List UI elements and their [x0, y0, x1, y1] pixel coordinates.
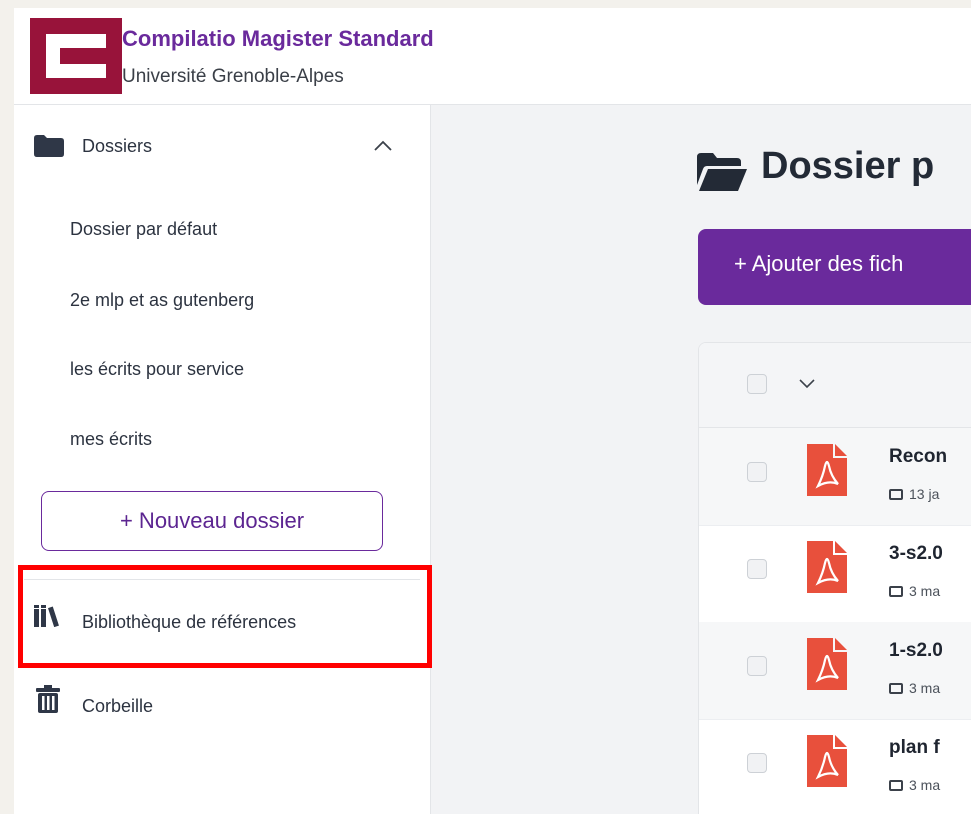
- document-meta: 13 ja: [889, 486, 939, 502]
- inbox-icon: [889, 586, 903, 597]
- document-name[interactable]: 3-s2.0: [889, 543, 943, 565]
- compilatio-logo[interactable]: [30, 18, 122, 94]
- row-checkbox[interactable]: [747, 462, 767, 482]
- document-name[interactable]: plan f: [889, 737, 940, 759]
- new-folder-button[interactable]: + Nouveau dossier: [41, 491, 383, 551]
- document-meta: 3 ma: [889, 777, 940, 793]
- document-date: 13 ja: [909, 486, 940, 502]
- row-checkbox[interactable]: [747, 753, 767, 773]
- document-meta: 3 ma: [889, 680, 940, 696]
- sidebar-item-folder[interactable]: les écrits pour service: [70, 359, 244, 380]
- add-files-button[interactable]: + Ajouter des fich: [698, 229, 971, 305]
- app-header: Compilatio Magister Standard Université …: [14, 8, 971, 105]
- add-files-label: + Ajouter des fich: [734, 251, 904, 276]
- chevron-down-icon[interactable]: [797, 377, 817, 389]
- pdf-icon: [807, 541, 847, 593]
- table-row[interactable]: 3-s2.0 3 ma: [699, 525, 971, 623]
- document-name[interactable]: Recon: [889, 446, 947, 468]
- folder-icon: [34, 135, 64, 157]
- document-date: 3 ma: [909, 583, 941, 599]
- sidebar-item-folder[interactable]: 2e mlp et as gutenberg: [70, 290, 254, 311]
- main-content: Dossier p + Ajouter des fich Recon 13 ja: [431, 105, 971, 814]
- inbox-icon: [889, 489, 903, 500]
- logo-mark-cutout: [60, 48, 110, 64]
- inbox-icon: [889, 780, 903, 791]
- table-row[interactable]: plan f 3 ma: [699, 719, 971, 814]
- chevron-up-icon[interactable]: [372, 139, 394, 153]
- folder-open-icon: [697, 153, 747, 191]
- document-date: 3 ma: [909, 680, 941, 696]
- sidebar-item-folder[interactable]: mes écrits: [70, 429, 152, 450]
- app-window: Compilatio Magister Standard Université …: [14, 8, 971, 814]
- sidebar-item-folder[interactable]: Dossier par défaut: [70, 219, 217, 240]
- trash-icon: [36, 685, 60, 713]
- document-name[interactable]: 1-s2.0: [889, 640, 943, 662]
- inbox-icon: [889, 683, 903, 694]
- institution-name: Université Grenoble-Alpes: [122, 66, 344, 87]
- document-date: 3 ma: [909, 777, 941, 793]
- row-checkbox[interactable]: [747, 656, 767, 676]
- sidebar-item-trash[interactable]: Corbeille: [14, 681, 430, 725]
- pdf-icon: [807, 735, 847, 787]
- highlight-box: [18, 565, 432, 668]
- row-checkbox[interactable]: [747, 559, 767, 579]
- table-row[interactable]: 1-s2.0 3 ma: [699, 622, 971, 720]
- pdf-icon: [807, 444, 847, 496]
- table-row[interactable]: Recon 13 ja: [699, 428, 971, 526]
- select-all-checkbox[interactable]: [747, 374, 767, 394]
- sidebar-trash-label: Corbeille: [82, 696, 154, 716]
- documents-table: Recon 13 ja 3-s2.0 3 ma 1-s2.0 3 ma plan…: [698, 342, 971, 814]
- sidebar-folders-label: Dossiers: [82, 136, 153, 156]
- table-header: [699, 343, 971, 428]
- app-title: Compilatio Magister Standard: [122, 26, 434, 51]
- sidebar-folders-toggle[interactable]: Dossiers: [14, 105, 430, 157]
- document-meta: 3 ma: [889, 583, 940, 599]
- pdf-icon: [807, 638, 847, 690]
- page-title: Dossier p: [761, 145, 935, 187]
- sidebar: Dossiers Dossier par défaut 2e mlp et as…: [14, 105, 432, 814]
